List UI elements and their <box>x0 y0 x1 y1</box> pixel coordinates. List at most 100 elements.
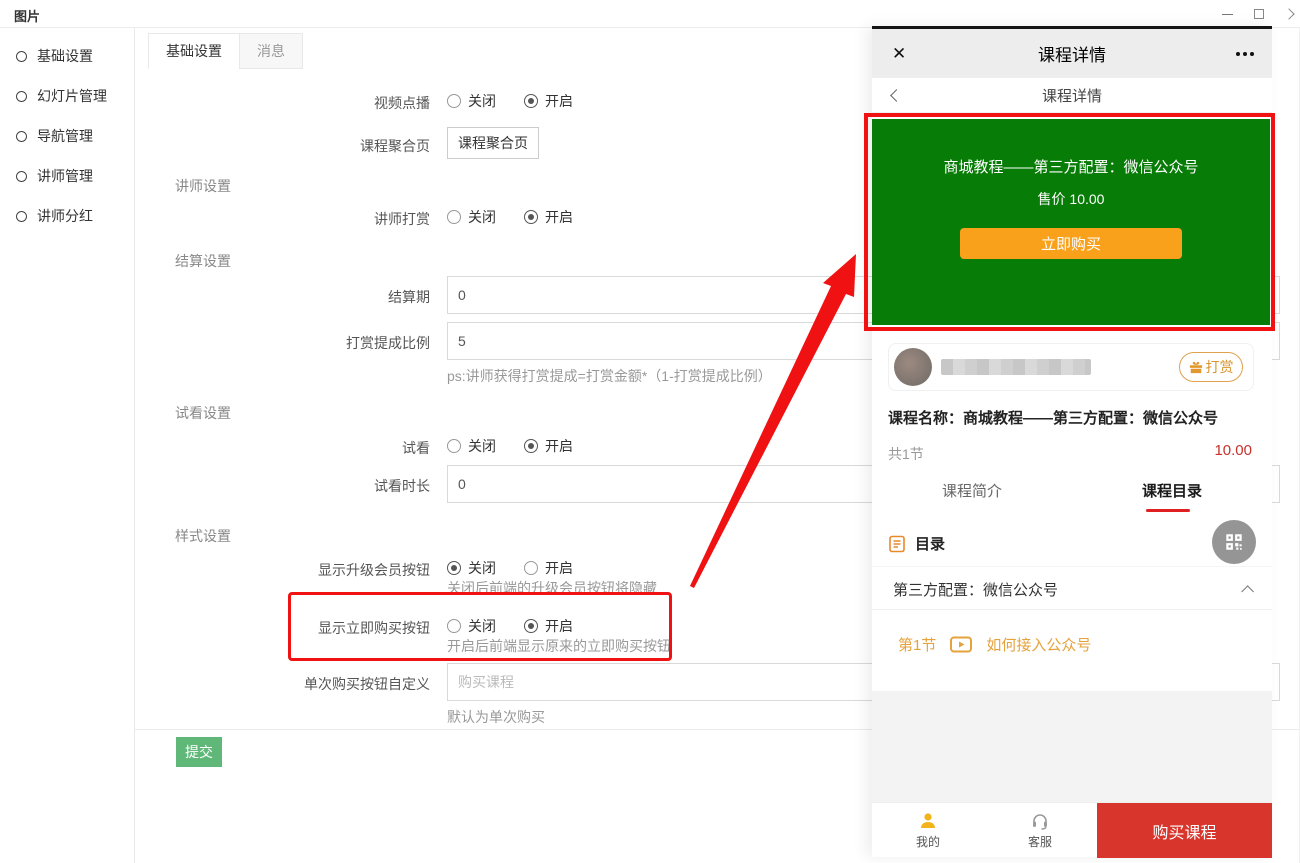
circle-icon <box>16 171 27 182</box>
tab-message[interactable]: 消息 <box>239 33 303 69</box>
tab-basic-settings[interactable]: 基础设置 <box>148 33 240 69</box>
window-title: 图片 <box>14 6 40 25</box>
buy-now-button-radios: 关闭 开启 <box>447 616 573 636</box>
sidebar-item-basic-settings[interactable]: 基础设置 <box>0 36 134 76</box>
radio-on[interactable] <box>524 439 538 453</box>
chapter-row[interactable]: 第三方配置：微信公众号 <box>872 570 1272 610</box>
teacher-reward-radios: 关闭 开启 <box>447 207 573 227</box>
course-hero-banner: 商城教程——第三方配置：微信公众号 售价 10.00 立即购买 <box>872 119 1270 325</box>
lesson-number: 第1节 <box>898 634 936 655</box>
sidebar-item-lecturer-dividend[interactable]: 讲师分红 <box>0 196 134 236</box>
video-play-icon <box>950 636 972 653</box>
upgrade-button-radios: 关闭 开启 <box>447 558 573 578</box>
sidebar-item-slides[interactable]: 幻灯片管理 <box>0 76 134 116</box>
radio-off[interactable] <box>447 94 461 108</box>
radio-on[interactable] <box>524 94 538 108</box>
video-on-demand-label: 视频点播 <box>148 93 430 113</box>
phone-nav-title: 课程详情 <box>872 85 1272 106</box>
tab-course-intro[interactable]: 课程简介 <box>872 480 1072 501</box>
catalog-divider <box>872 566 1272 567</box>
wechat-close-icon[interactable]: ✕ <box>892 44 906 64</box>
sidebar-item-label: 讲师分红 <box>37 206 93 226</box>
teacher-reward-label: 讲师打赏 <box>148 209 430 229</box>
minimize-icon <box>1222 14 1233 15</box>
hero-price-line: 售价 10.00 <box>872 189 1270 209</box>
app-window: 图片 基础设置 幻灯片管理 导航管理 讲师管理 讲师分红 基础设置 <box>0 0 1300 863</box>
bottom-nav-mine[interactable]: 我的 <box>872 803 984 857</box>
phone-navbar: 课程详情 <box>872 78 1272 113</box>
maximize-icon <box>1254 9 1264 19</box>
buy-now-button[interactable]: 立即购买 <box>960 228 1182 259</box>
circle-icon <box>16 211 27 222</box>
tab-course-catalog[interactable]: 课程目录 <box>1072 480 1272 501</box>
phone-empty-area <box>872 691 1272 802</box>
bottom-nav-label: 客服 <box>1028 833 1052 850</box>
catalog-title: 目录 <box>915 533 945 554</box>
commission-help: ps:讲师获得打赏提成=打赏金额*（1-打赏提成比例） <box>447 366 772 386</box>
settle-period-label: 结算期 <box>148 287 430 307</box>
trial-label: 试看 <box>148 438 430 458</box>
radio-off-label: 关闭 <box>468 91 496 111</box>
bottom-nav-service[interactable]: 客服 <box>984 803 1096 857</box>
sidebar-item-lecturer-manage[interactable]: 讲师管理 <box>0 156 134 196</box>
lesson-row[interactable]: 第1节 如何接入公众号 <box>898 634 1091 655</box>
video-on-demand-radios: 关闭 开启 <box>447 91 573 111</box>
person-icon <box>918 811 938 831</box>
sidebar-item-label: 导航管理 <box>37 126 93 146</box>
window-titlebar: 图片 <box>0 0 1300 28</box>
radio-on-label: 开启 <box>545 436 573 456</box>
buy-now-button-help: 开启后前端显示原来的立即购买按钮 <box>447 636 671 656</box>
submit-button[interactable]: 提交 <box>176 737 222 767</box>
close-icon <box>1283 8 1294 19</box>
sidebar-item-navigation[interactable]: 导航管理 <box>0 116 134 156</box>
chapter-name: 第三方配置：微信公众号 <box>893 579 1058 600</box>
wechat-more-icon[interactable] <box>1236 52 1254 56</box>
purchase-course-button[interactable]: 购买课程 <box>1097 803 1272 858</box>
lesson-count: 共1节 <box>888 444 924 464</box>
active-tab-underline <box>1146 509 1190 512</box>
reward-button[interactable]: 打赏 <box>1179 352 1243 382</box>
radio-off-label: 关闭 <box>468 616 496 636</box>
upgrade-button-label: 显示升级会员按钮 <box>148 560 430 580</box>
circle-icon <box>16 91 27 102</box>
trial-radios: 关闭 开启 <box>447 436 573 456</box>
hero-course-title: 商城教程——第三方配置：微信公众号 <box>872 156 1270 177</box>
custom-buy-label: 单次购买按钮自定义 <box>148 674 430 694</box>
radio-off[interactable] <box>447 561 461 575</box>
close-button[interactable] <box>1274 0 1300 28</box>
phone-bottom-bar: 我的 客服 购买课程 <box>872 802 1272 857</box>
radio-on-label: 开启 <box>545 558 573 578</box>
radio-on-label: 开启 <box>545 91 573 111</box>
qr-code-button[interactable] <box>1212 520 1256 564</box>
author-card: 打赏 <box>888 343 1254 391</box>
radio-on-label: 开启 <box>545 616 573 636</box>
wechat-titlebar: ✕ 课程详情 <box>872 29 1272 78</box>
radio-on[interactable] <box>524 210 538 224</box>
document-icon <box>888 535 906 553</box>
circle-icon <box>16 51 27 62</box>
radio-on-label: 开启 <box>545 207 573 227</box>
phone-frame-top <box>872 26 1272 29</box>
radio-off[interactable] <box>447 439 461 453</box>
sidebar-item-label: 讲师管理 <box>37 166 93 186</box>
minimize-button[interactable] <box>1212 0 1242 28</box>
maximize-button[interactable] <box>1244 0 1274 28</box>
radio-off[interactable] <box>447 619 461 633</box>
author-name-blurred <box>941 359 1091 375</box>
aggregate-page-button[interactable]: 课程聚合页 <box>447 127 539 159</box>
chevron-up-icon <box>1241 585 1254 598</box>
upgrade-button-help: 关闭后前端的升级会员按钮将隐藏 <box>447 578 657 598</box>
radio-on[interactable] <box>524 619 538 633</box>
course-name-text: 课程名称：商城教程——第三方配置：微信公众号 <box>888 407 1258 428</box>
avatar <box>894 348 932 386</box>
gift-icon <box>1189 360 1203 374</box>
radio-off[interactable] <box>447 210 461 224</box>
aggregate-page-label: 课程聚合页 <box>148 136 430 156</box>
phone-tabbar: 课程简介 课程目录 <box>872 480 1272 501</box>
radio-on[interactable] <box>524 561 538 575</box>
catalog-header: 目录 <box>888 533 945 554</box>
radio-off-label: 关闭 <box>468 207 496 227</box>
headset-icon <box>1030 811 1050 831</box>
settle-section-heading: 结算设置 <box>175 251 231 271</box>
sidebar-item-label: 基础设置 <box>37 46 93 66</box>
